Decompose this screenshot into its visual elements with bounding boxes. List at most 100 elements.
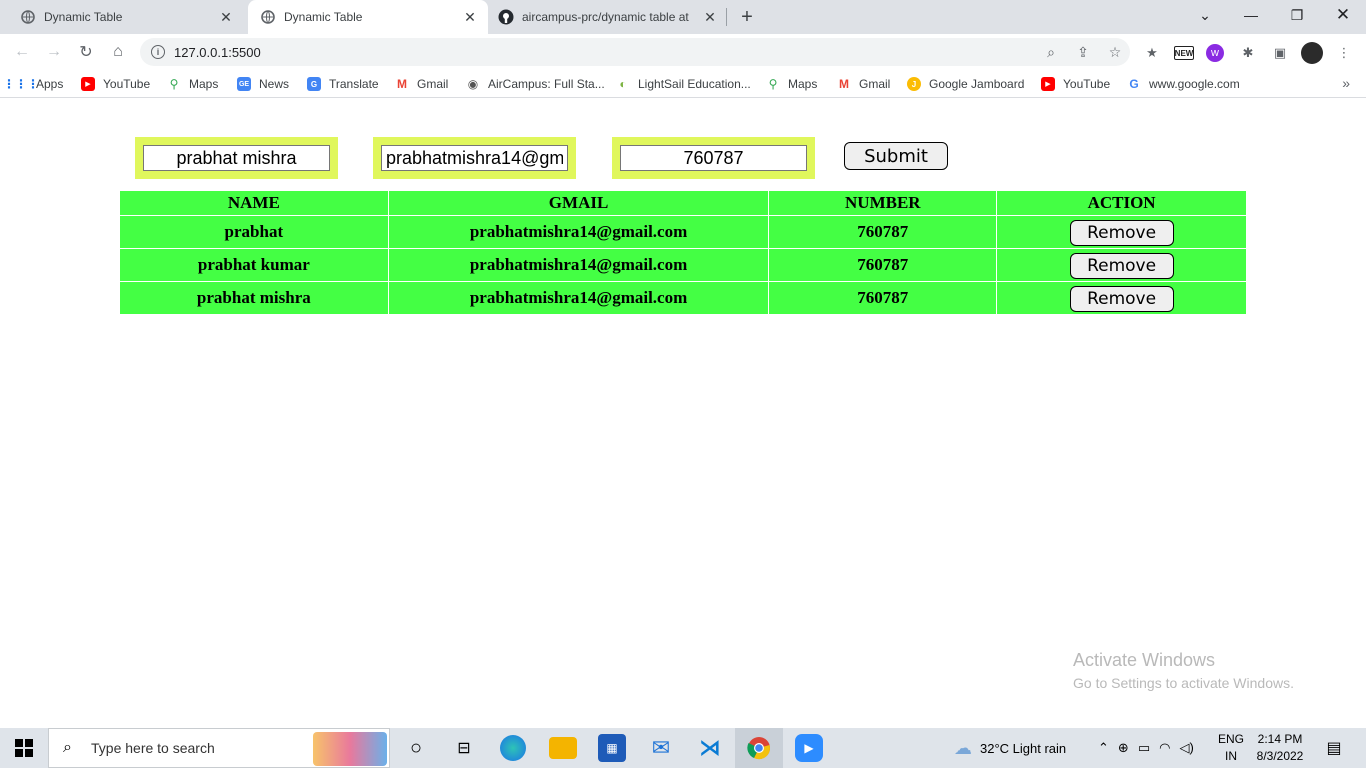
new-tab-icon[interactable]: + (736, 6, 758, 28)
youtube-icon: ▶ (81, 77, 95, 91)
bookmark-aircampus[interactable]: ◉ AirCampus: Full Sta... (466, 76, 605, 92)
close-tab-icon[interactable]: ✕ (462, 9, 478, 25)
bookmark-lightsail[interactable]: ◐ LightSail Education... (616, 76, 751, 92)
submit-button[interactable]: Submit (844, 142, 948, 170)
remove-button[interactable]: Remove (1069, 286, 1174, 312)
bookmark-label: Google Jamboard (929, 77, 1025, 91)
bookmark-maps[interactable]: ⚲ Maps (167, 76, 219, 92)
bookmark-youtube-2[interactable]: ▶ YouTube (1041, 76, 1110, 92)
new-extension-icon[interactable]: NEW (1174, 46, 1194, 60)
browser-tab-3[interactable]: aircampus-prc/dynamic table at ✕ (488, 0, 728, 34)
side-panel-icon[interactable]: ▣ (1270, 43, 1290, 63)
mail-icon[interactable]: ✉ (647, 734, 675, 762)
forward-icon[interactable]: → (42, 40, 66, 64)
remove-button[interactable]: Remove (1069, 253, 1174, 279)
clock-time: 2:14 PM (1257, 732, 1303, 746)
bookmark-news[interactable]: GE News (237, 76, 289, 92)
task-view-icon[interactable]: ⊟ (450, 734, 478, 762)
bookmark-label: www.google.com (1149, 77, 1240, 91)
maps-icon: ⚲ (169, 77, 179, 91)
chevron-up-icon[interactable]: ⌃ (1098, 740, 1109, 756)
table-header-row: NAME GMAIL NUMBER ACTION (119, 190, 1247, 216)
chrome-icon (747, 737, 770, 760)
system-clock[interactable]: 2:14 PM 8/3/2022 (1250, 731, 1310, 765)
name-input-wrapper (135, 137, 338, 179)
table-row: prabhat mishra prabhatmishra14@gmail.com… (119, 281, 1247, 315)
star-extension-icon[interactable]: ★ (1142, 43, 1162, 63)
watermark-subtitle: Go to Settings to activate Windows. (1073, 675, 1294, 691)
bookmark-apps[interactable]: ⋮⋮⋮ Apps (3, 76, 64, 92)
gmail-icon: M (397, 77, 407, 91)
bookmark-label: YouTube (103, 77, 151, 91)
minimize-icon[interactable]: — (1228, 0, 1274, 30)
table-row: prabhat prabhatmishra14@gmail.com 760787… (119, 215, 1247, 249)
lang-code: ENG (1217, 732, 1244, 746)
purple-extension-icon[interactable]: w (1206, 44, 1224, 62)
bookmark-gmail[interactable]: M Gmail (395, 76, 448, 92)
tab-separator (726, 8, 727, 26)
bookmark-jamboard[interactable]: J Google Jamboard (907, 76, 1024, 92)
language-indicator[interactable]: ENG IN (1216, 731, 1246, 765)
reload-icon[interactable]: ↻ (74, 40, 98, 64)
chrome-active-bg[interactable] (735, 728, 783, 768)
bookmark-gmail-2[interactable]: M Gmail (837, 76, 890, 92)
site-info-icon[interactable]: i (151, 45, 165, 59)
bookmark-maps-2[interactable]: ⚲ Maps (766, 76, 818, 92)
cell-action: Remove (996, 248, 1247, 282)
weather-widget[interactable]: ☁ 32°C Light rain (954, 728, 1066, 768)
close-window-icon[interactable]: ✕ (1320, 0, 1366, 30)
back-icon[interactable]: ← (10, 40, 34, 64)
globe-icon (260, 9, 276, 25)
name-input[interactable] (143, 145, 330, 171)
share-icon[interactable]: ⇪ (1074, 43, 1092, 61)
bookmark-google[interactable]: G www.google.com (1127, 76, 1240, 92)
cortana-icon[interactable]: ○ (402, 734, 430, 762)
bookmark-translate[interactable]: G Translate (307, 76, 379, 92)
email-input[interactable] (381, 145, 568, 171)
bookmark-label: Apps (36, 77, 64, 91)
translate-icon: G (307, 77, 321, 91)
weather-text: 32°C Light rain (980, 740, 1067, 756)
lightsail-icon: ◐ (619, 77, 627, 91)
bookmarks-overflow-icon[interactable]: » (1342, 75, 1350, 91)
tab-search-icon[interactable]: ⌄ (1182, 0, 1228, 30)
notifications-icon[interactable]: ▤ (1320, 734, 1348, 762)
battery-icon[interactable]: ▭ (1138, 740, 1150, 756)
cell-action: Remove (996, 215, 1247, 249)
browser-tab-1[interactable]: Dynamic Table ✕ (0, 0, 244, 34)
close-tab-icon[interactable]: ✕ (218, 9, 234, 25)
taskbar-search-box[interactable]: ⌕ Type here to search (48, 728, 390, 768)
bookmark-label: Translate (329, 77, 379, 91)
table-row: prabhat kumar prabhatmishra14@gmail.com … (119, 248, 1247, 282)
wifi-icon[interactable]: ◠ (1159, 740, 1170, 756)
address-bar[interactable]: i 127.0.0.1:5500 ⌕ ⇪ ☆ (140, 38, 1130, 66)
news-icon: GE (237, 77, 251, 91)
number-input-wrapper (612, 137, 815, 179)
bookmark-youtube[interactable]: ▶ YouTube (81, 76, 150, 92)
browser-tab-2[interactable]: Dynamic Table ✕ (248, 0, 488, 34)
restore-icon[interactable]: ❐ (1274, 0, 1320, 30)
file-explorer-icon[interactable] (549, 737, 577, 759)
youtube-icon: ▶ (1041, 77, 1055, 91)
microsoft-store-icon[interactable]: ▦ (598, 734, 626, 762)
volume-icon[interactable]: ◁) (1179, 740, 1193, 756)
maps-icon: ⚲ (768, 77, 778, 91)
remove-button[interactable]: Remove (1069, 220, 1174, 246)
email-input-wrapper (373, 137, 576, 179)
bookmark-label: LightSail Education... (638, 77, 751, 91)
vscode-icon[interactable]: ⋊ (696, 734, 724, 762)
number-input[interactable] (620, 145, 807, 171)
zoom-app-icon[interactable]: ▶ (795, 734, 823, 762)
windows-start-icon[interactable] (0, 728, 48, 768)
github-icon (498, 9, 514, 25)
close-tab-icon[interactable]: ✕ (702, 9, 718, 25)
profile-avatar[interactable] (1301, 42, 1323, 64)
extensions-puzzle-icon[interactable]: ✱ (1238, 43, 1258, 63)
bookmark-star-icon[interactable]: ☆ (1106, 43, 1124, 61)
tab-title: Dynamic Table (284, 10, 363, 24)
meet-now-icon[interactable]: ⊕ (1118, 740, 1129, 756)
edge-browser-icon[interactable] (500, 735, 526, 761)
home-icon[interactable]: ⌂ (106, 40, 130, 64)
zoom-icon[interactable]: ⌕ (1042, 43, 1060, 61)
menu-kebab-icon[interactable]: ⋮ (1334, 43, 1354, 63)
